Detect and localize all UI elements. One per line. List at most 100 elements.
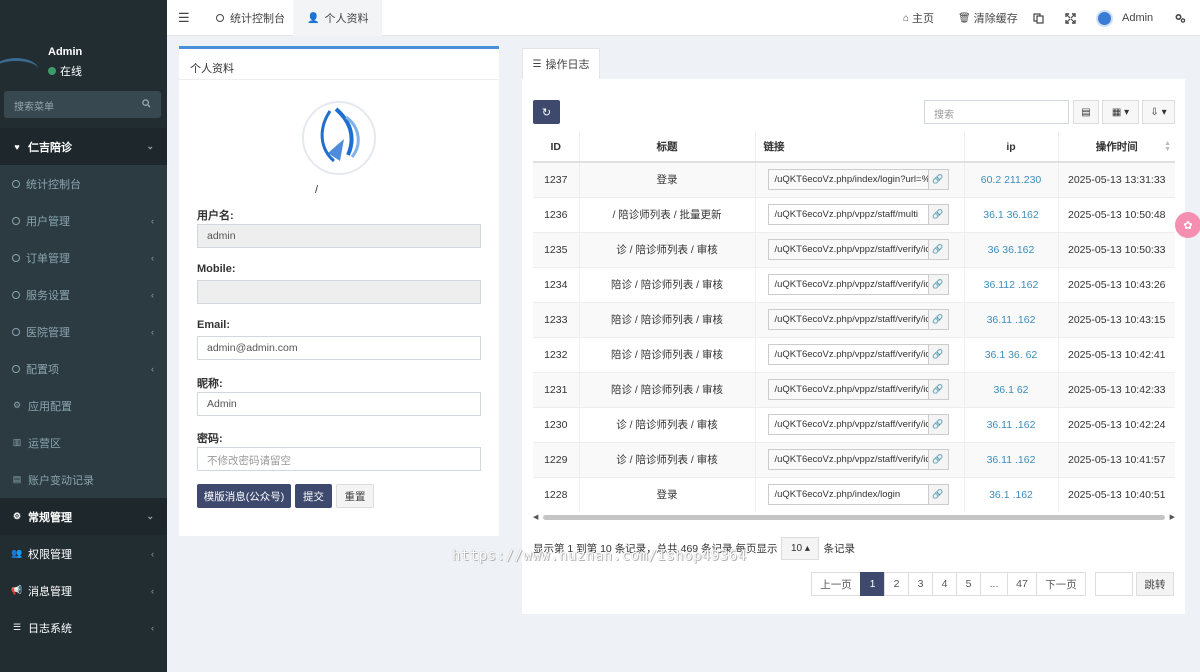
link-icon[interactable]: 🔗: [927, 345, 948, 364]
tab-dashboard[interactable]: 统计控制台: [203, 0, 296, 36]
table-row[interactable]: 1233 陪诊 / 陪诊师列表 / 审核/uQKT6ecoVz.php/vppz/…: [533, 301, 1175, 337]
table-row[interactable]: 1234 陪诊 / 陪诊师列表 / 审核/uQKT6ecoVz.php/vppz/…: [533, 266, 1175, 302]
sidebar-item[interactable]: 医院管理 ‹: [0, 313, 167, 350]
scroll-right-icon[interactable]: ▶: [1170, 513, 1175, 521]
password-field[interactable]: 不修改密码请留空: [197, 447, 481, 471]
page-button[interactable]: 5: [956, 572, 981, 596]
link-field[interactable]: /uQKT6ecoVz.php/vppz/staff/multi 🔗: [767, 204, 949, 225]
horizontal-scrollbar[interactable]: ◀ ▶: [533, 513, 1175, 521]
sidebar-group[interactable]: 📢 消息管理 ‹: [0, 572, 167, 609]
sidebar-group[interactable]: ☰ 日志系统 ‹: [0, 609, 167, 646]
search-icon[interactable]: [142, 99, 151, 111]
sidebar-item[interactable]: ⚙ 应用配置: [0, 387, 167, 424]
home-link[interactable]: ⌂ 主页: [903, 0, 934, 36]
link-field[interactable]: /uQKT6ecoVz.php/vppz/staff/verify/ic 🔗: [767, 239, 949, 260]
page-button[interactable]: 47: [1007, 572, 1037, 596]
cell-ip[interactable]: 36.11 .162: [964, 441, 1059, 477]
table-row[interactable]: 1229 诊 / 陪诊师列表 / 审核/uQKT6ecoVz.php/vppz/s…: [533, 441, 1175, 477]
cell-ip[interactable]: 36 36.162: [964, 231, 1059, 267]
sidebar-item[interactable]: 用户管理 ‹: [0, 202, 167, 239]
table-row[interactable]: 1236/ 陪诊师列表 / 批量更新/uQKT6ecoVz.php/vppz/s…: [533, 196, 1175, 232]
translate-icon[interactable]: [1033, 0, 1044, 36]
link-field[interactable]: /uQKT6ecoVz.php/vppz/staff/verify/ic 🔗: [767, 344, 949, 365]
cell-ip[interactable]: 36.1 36. 62: [964, 336, 1059, 372]
link-icon[interactable]: 🔗: [927, 170, 948, 190]
cell-ip[interactable]: 36.112 .162: [964, 266, 1059, 302]
link-icon[interactable]: 🔗: [927, 485, 948, 505]
table-row[interactable]: 1228 登录/uQKT6ecoVz.php/index/login 🔗 36.1 .…: [533, 476, 1175, 512]
table-row[interactable]: 1230 诊 / 陪诊师列表 / 审核/uQKT6ecoVz.php/vppz/s…: [533, 406, 1175, 442]
sidebar-item[interactable]: ▥ 运营区: [0, 424, 167, 461]
link-icon[interactable]: 🔗: [927, 205, 948, 224]
table-row[interactable]: 1235 诊 / 陪诊师列表 / 审核/uQKT6ecoVz.php/vppz/s…: [533, 231, 1175, 267]
link-icon[interactable]: 🔗: [927, 310, 948, 329]
page-button[interactable]: 4: [932, 572, 957, 596]
link-field[interactable]: /uQKT6ecoVz.php/index/login?url=% 🔗: [767, 169, 949, 191]
column-header-ip[interactable]: ip: [964, 132, 1059, 163]
scrollbar-thumb[interactable]: [543, 515, 1165, 520]
export-button[interactable]: ⇩ ▾: [1142, 100, 1175, 124]
scroll-left-icon[interactable]: ◀: [533, 513, 538, 521]
page-button[interactable]: 2: [884, 572, 909, 596]
toggle-view-button[interactable]: ▤: [1073, 100, 1099, 124]
column-header-title[interactable]: 标题: [579, 132, 756, 163]
refresh-button[interactable]: ↻: [533, 100, 560, 124]
column-header-link[interactable]: 链接: [755, 132, 965, 163]
column-header-time[interactable]: 操作时间 ▲ ▼: [1058, 132, 1175, 163]
sidebar-group-renji[interactable]: ♥ 仁吉陪诊 ⌄: [0, 128, 167, 165]
table-row[interactable]: 1231 陪诊 / 陪诊师列表 / 审核/uQKT6ecoVz.php/vppz/…: [533, 371, 1175, 407]
link-field[interactable]: /uQKT6ecoVz.php/vppz/staff/verify/ic 🔗: [767, 274, 949, 295]
sidebar-item[interactable]: 配置项 ‹: [0, 350, 167, 387]
link-icon[interactable]: 🔗: [927, 450, 948, 469]
table-search-input[interactable]: 搜索: [924, 100, 1069, 124]
cell-ip[interactable]: 36.1 .162: [964, 476, 1059, 512]
page-button[interactable]: 1: [860, 572, 885, 596]
link-icon[interactable]: 🔗: [927, 240, 948, 259]
table-row[interactable]: 1232 陪诊 / 陪诊师列表 / 审核/uQKT6ecoVz.php/vppz/…: [533, 336, 1175, 372]
reset-button[interactable]: 重置: [336, 484, 374, 508]
submit-button[interactable]: 提交: [295, 484, 332, 508]
jump-button[interactable]: 跳转: [1136, 572, 1174, 596]
sidebar-item[interactable]: 订单管理 ‹: [0, 239, 167, 276]
clear-cache-button[interactable]: 🗑 清除缓存: [958, 0, 1018, 36]
link-icon[interactable]: 🔗: [927, 415, 948, 434]
cell-ip[interactable]: 36.1 36.162: [964, 196, 1059, 232]
page-button[interactable]: ...: [980, 572, 1008, 596]
floating-assistant-icon[interactable]: ✿: [1175, 212, 1200, 238]
profile-avatar[interactable]: [300, 99, 378, 177]
fullscreen-icon[interactable]: [1065, 0, 1076, 36]
link-icon[interactable]: 🔗: [927, 275, 948, 294]
cell-ip[interactable]: 36.11 .162: [964, 301, 1059, 337]
sidebar-group[interactable]: 👥 权限管理 ‹: [0, 535, 167, 572]
cell-ip[interactable]: 36.1 62: [964, 371, 1059, 407]
nickname-field[interactable]: Admin: [197, 392, 481, 416]
sidebar-group[interactable]: ⚙ 常规管理 ⌄: [0, 498, 167, 535]
table-row[interactable]: 1237 登录/uQKT6ecoVz.php/index/login?url=% 🔗…: [533, 161, 1175, 197]
sidebar-item[interactable]: 统计控制台: [0, 165, 167, 202]
sidebar-item[interactable]: ▤ 账户变动记录: [0, 461, 167, 498]
tab-operation-log[interactable]: ☰ 操作日志: [522, 48, 600, 79]
cell-ip[interactable]: 60.2 211.230: [964, 161, 1059, 197]
column-header-id[interactable]: ID: [533, 132, 580, 163]
menu-toggle-icon[interactable]: ☰: [178, 10, 190, 26]
menu-search-input[interactable]: 搜索菜单: [4, 91, 161, 118]
sidebar-item[interactable]: 服务设置 ‹: [0, 276, 167, 313]
template-message-button[interactable]: 模版消息(公众号): [197, 484, 291, 508]
tab-profile[interactable]: 👤 个人资料: [293, 0, 383, 36]
link-field[interactable]: /uQKT6ecoVz.php/vppz/staff/verify/ic 🔗: [767, 309, 949, 330]
page-button[interactable]: 3: [908, 572, 933, 596]
cell-ip[interactable]: 36.11 .162: [964, 406, 1059, 442]
link-field[interactable]: /uQKT6ecoVz.php/index/login 🔗: [767, 484, 949, 506]
jump-page-input[interactable]: [1095, 572, 1133, 596]
prev-page-button[interactable]: 上一页: [811, 572, 861, 596]
admin-menu[interactable]: Admin: [1096, 0, 1153, 36]
columns-button[interactable]: ▦ ▾: [1102, 100, 1139, 124]
email-field[interactable]: admin@admin.com: [197, 336, 481, 360]
link-field[interactable]: /uQKT6ecoVz.php/vppz/staff/verify/ic 🔗: [767, 379, 949, 400]
link-field[interactable]: /uQKT6ecoVz.php/vppz/staff/verify/ic 🔗: [767, 414, 949, 435]
page-size-select[interactable]: 10 ▴: [781, 537, 820, 560]
link-field[interactable]: /uQKT6ecoVz.php/vppz/staff/verify/ic 🔗: [767, 449, 949, 470]
settings-icon[interactable]: [1174, 0, 1186, 36]
link-icon[interactable]: 🔗: [927, 380, 948, 399]
next-page-button[interactable]: 下一页: [1036, 572, 1086, 596]
